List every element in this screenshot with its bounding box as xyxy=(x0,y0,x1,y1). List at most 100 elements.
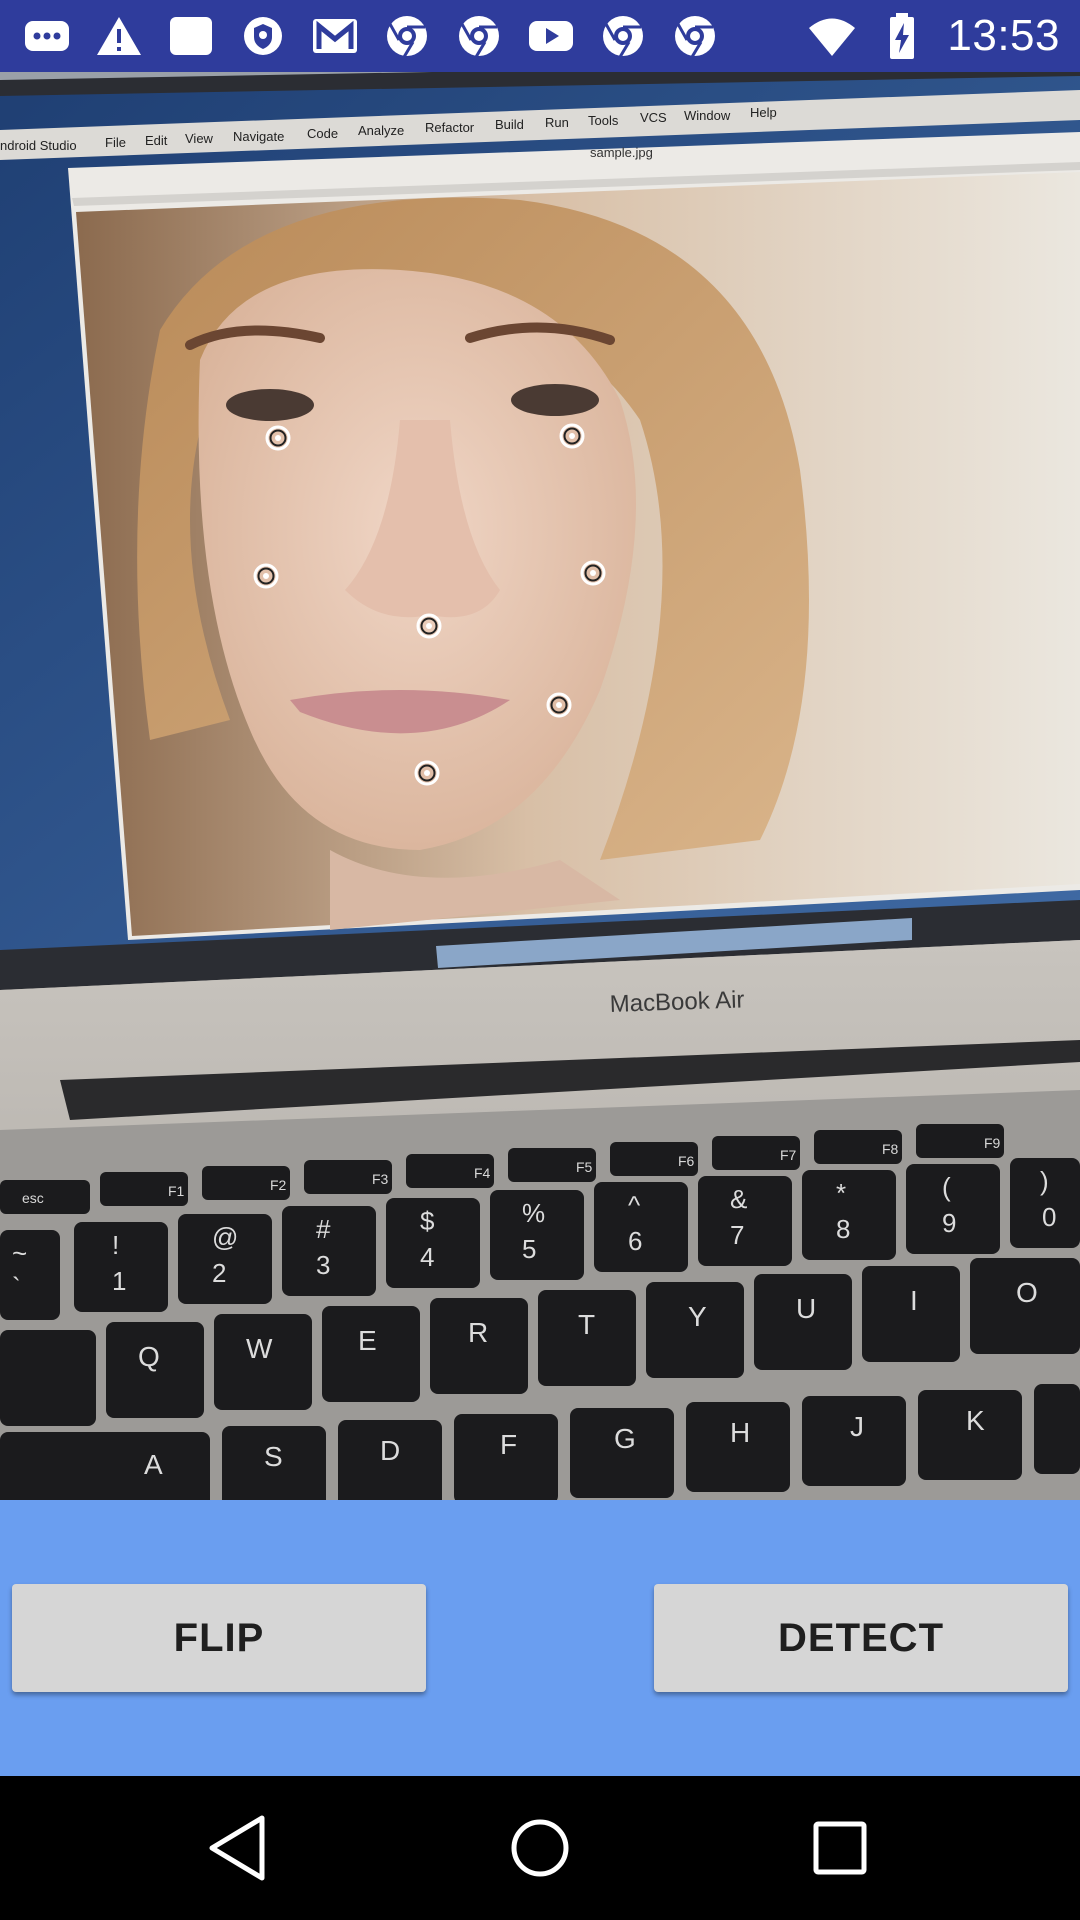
messaging-icon xyxy=(22,11,72,61)
scene-key-label: ~ xyxy=(12,1238,27,1268)
clock: 13:53 xyxy=(947,11,1060,60)
scene-key-label: 6 xyxy=(628,1226,642,1256)
scene-key-label: F4 xyxy=(474,1165,491,1181)
scene-key-label: # xyxy=(316,1214,331,1244)
scene-key-label: ^ xyxy=(628,1190,641,1220)
warning-icon xyxy=(94,11,144,61)
scene-key-label: ) xyxy=(1040,1166,1049,1196)
scene-key-label: T xyxy=(578,1309,595,1340)
scene-key-label: I xyxy=(910,1285,918,1316)
landmark-right-eye xyxy=(559,423,585,449)
camera-scene: ndroid Studio File Edit View Navigate Co… xyxy=(0,72,1080,1500)
scene-key-label: K xyxy=(966,1405,985,1436)
scene-key-label: 8 xyxy=(836,1214,850,1244)
scene-key-label: F xyxy=(500,1429,517,1460)
scene-key-label: 0 xyxy=(1042,1202,1056,1232)
battery-charging-icon xyxy=(877,11,927,61)
scene-menu-item: Code xyxy=(307,126,338,141)
scene-key-label: ( xyxy=(942,1172,951,1202)
scene-key-label: Q xyxy=(138,1341,160,1372)
vpn-shield-icon xyxy=(238,11,288,61)
scene-key-label: 1 xyxy=(112,1266,126,1296)
scene-key-label: esc xyxy=(22,1190,44,1206)
scene-key-label: 2 xyxy=(212,1258,226,1288)
scene-menu-item: Tools xyxy=(588,113,619,128)
scene-key-label: Y xyxy=(688,1301,707,1332)
scene-key-label: H xyxy=(730,1417,750,1448)
scene-key-label: $ xyxy=(420,1206,435,1236)
scene-key-label: 7 xyxy=(730,1220,744,1250)
scene-menu-item: Analyze xyxy=(358,123,404,138)
home-button[interactable] xyxy=(498,1806,582,1890)
scene-key-label: 5 xyxy=(522,1234,536,1264)
scene-key-label: E xyxy=(358,1325,377,1356)
scene-menu-item: ndroid Studio xyxy=(0,138,77,153)
scene-key-label: U xyxy=(796,1293,816,1324)
scene-key-label: F2 xyxy=(270,1177,287,1193)
recents-button[interactable] xyxy=(798,1806,882,1890)
scene-file-name: sample.jpg xyxy=(590,145,653,160)
scene-key-label: ! xyxy=(112,1230,119,1260)
scene-key-label: & xyxy=(730,1184,747,1214)
scene-menu-item: Build xyxy=(495,117,524,132)
scene-key-label: 9 xyxy=(942,1208,956,1238)
system-icons: 13:53 xyxy=(807,10,1060,62)
gmail-icon xyxy=(310,11,360,61)
scene-key-label: * xyxy=(836,1178,846,1208)
scene-menu-item: File xyxy=(105,135,126,150)
scene-key-label: O xyxy=(1016,1277,1038,1308)
scene-key-label: @ xyxy=(212,1222,238,1252)
blank-card-icon xyxy=(166,11,216,61)
scene-key-label: G xyxy=(614,1423,636,1454)
scene-menu-item: Edit xyxy=(145,133,168,148)
landmark-mouth-right xyxy=(546,692,572,718)
chrome-icon xyxy=(454,11,504,61)
scene-key-label: % xyxy=(522,1198,545,1228)
chrome-icon xyxy=(598,11,648,61)
scene-menu-item: Window xyxy=(684,108,731,123)
scene-key-label: F3 xyxy=(372,1171,389,1187)
scene-key-label: A xyxy=(144,1449,163,1480)
scene-key-label: W xyxy=(246,1333,273,1364)
scene-menu-item: View xyxy=(185,131,214,146)
scene-key-label: F8 xyxy=(882,1141,899,1157)
home-icon xyxy=(511,1819,569,1877)
landmark-chin xyxy=(414,760,440,786)
scene-laptop-brand: MacBook Air xyxy=(609,986,745,1018)
recents-icon xyxy=(813,1821,867,1875)
scene-menu-item: Refactor xyxy=(425,120,475,135)
status-bar: 13:53 xyxy=(0,0,1080,72)
landmark-left-eye xyxy=(265,425,291,451)
wifi-icon xyxy=(807,11,857,61)
scene-key-label: ` xyxy=(12,1272,21,1302)
scene-key-label: 4 xyxy=(420,1242,434,1272)
controls-panel: FLIP DETECT xyxy=(0,1500,1080,1776)
camera-preview[interactable]: ndroid Studio File Edit View Navigate Co… xyxy=(0,72,1080,1500)
navigation-bar xyxy=(0,1776,1080,1920)
detect-button[interactable]: DETECT xyxy=(654,1584,1068,1692)
notification-icons xyxy=(22,10,720,62)
landmark-right-cheek xyxy=(580,560,606,586)
landmark-nose-base xyxy=(416,613,442,639)
youtube-icon xyxy=(526,11,576,61)
scene-menu-item: Navigate xyxy=(233,129,284,144)
scene-key-label: F7 xyxy=(780,1147,797,1163)
scene-key-label: 3 xyxy=(316,1250,330,1280)
back-icon xyxy=(209,1815,265,1881)
scene-key-label: D xyxy=(380,1435,400,1466)
chrome-icon xyxy=(382,11,432,61)
scene-key-label: J xyxy=(850,1411,864,1442)
scene-key-label: F1 xyxy=(168,1183,185,1199)
flip-button[interactable]: FLIP xyxy=(12,1584,426,1692)
scene-menu-item: Run xyxy=(545,115,569,130)
scene-menu-item: Help xyxy=(750,105,777,120)
chrome-icon xyxy=(670,11,720,61)
scene-key-label: S xyxy=(264,1441,283,1472)
landmark-left-cheek xyxy=(253,563,279,589)
scene-key-label: F6 xyxy=(678,1153,695,1169)
scene-menu-item: VCS xyxy=(640,110,667,125)
back-button[interactable] xyxy=(198,1806,282,1890)
scene-key-label: F5 xyxy=(576,1159,593,1175)
scene-key-label: R xyxy=(468,1317,488,1348)
scene-key-label: F9 xyxy=(984,1135,1001,1151)
